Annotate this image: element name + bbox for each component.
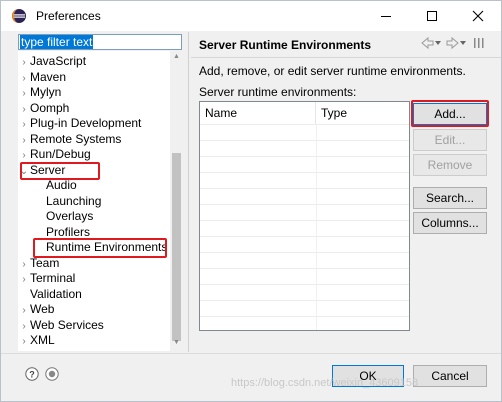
tree-item-label: Oomph (30, 100, 70, 115)
close-button[interactable] (455, 1, 501, 31)
table-row (200, 204, 409, 205)
tree-item-label: Maven (30, 69, 67, 84)
tree-item-label: Audio (46, 178, 77, 192)
scrollbar-thumb[interactable] (172, 153, 181, 341)
tree-item-label: Web (30, 302, 55, 316)
column-header-name[interactable]: Name (200, 102, 316, 124)
help-icon[interactable]: ? (25, 367, 39, 381)
remove-button[interactable]: Remove (413, 154, 487, 176)
page-navigation (419, 35, 489, 51)
tree-item-label: Overlays (46, 209, 94, 223)
title-separator (191, 57, 501, 58)
maximize-icon (427, 11, 437, 21)
view-menu-icon[interactable] (474, 38, 484, 48)
window-title: Preferences (36, 9, 101, 23)
minimize-button[interactable] (363, 1, 409, 31)
tree-item[interactable]: › XML (18, 332, 55, 350)
table-row (200, 172, 409, 173)
eclipse-icon (12, 9, 26, 23)
svg-text:?: ? (29, 370, 35, 380)
tree-item[interactable]: › Mylyn (18, 84, 61, 100)
minimize-icon (381, 16, 391, 17)
tree-item[interactable]: › Maven (18, 69, 66, 85)
tree-scrollbar[interactable]: ▲ ▼ (170, 51, 183, 351)
tree-item[interactable]: › Web (18, 301, 54, 317)
tree-item[interactable]: › Remote Systems (18, 131, 121, 147)
page-title: Server Runtime Environments (199, 38, 372, 52)
table-row (200, 236, 409, 237)
edit-button[interactable]: Edit... (413, 129, 487, 151)
tree-item-label: Team (30, 255, 60, 270)
tree-item[interactable]: › Plug-in Development (18, 115, 141, 131)
dropdown-icon[interactable] (460, 41, 466, 45)
forward-arrow-icon[interactable] (446, 36, 459, 50)
chevron-right-icon[interactable]: › (18, 334, 30, 350)
tree-item[interactable]: Overlays (34, 208, 93, 224)
preference-tree[interactable]: › JavaScript › Maven › Mylyn › Oomph › Plug-in De… (18, 51, 170, 351)
tree-item[interactable]: › Run/Debug (18, 146, 91, 162)
scroll-down-icon[interactable]: ▼ (173, 339, 180, 346)
table-row (200, 140, 409, 141)
tree-item-label: XML (30, 333, 55, 347)
table-row (200, 188, 409, 189)
tree-item-label: Plug-in Development (30, 116, 142, 130)
table-row (200, 316, 409, 317)
tree-item[interactable]: Audio (34, 177, 77, 193)
table-row (200, 156, 409, 157)
tree-item-label: Launching (46, 193, 102, 208)
close-icon (472, 10, 484, 22)
column-divider (316, 124, 317, 330)
table-row (200, 268, 409, 269)
table-row (200, 124, 409, 125)
tree-item[interactable]: Profilers (34, 224, 90, 240)
search-button[interactable]: Search... (413, 187, 487, 209)
tree-item[interactable]: › Oomph (18, 100, 69, 116)
filter-text: type filter text (20, 35, 94, 49)
table-row (200, 252, 409, 253)
tree-item[interactable]: ⌄ Server (18, 162, 66, 180)
record-icon[interactable] (45, 367, 59, 381)
table-row (200, 220, 409, 221)
tree-item[interactable]: › Terminal (18, 270, 75, 286)
dropdown-icon[interactable] (435, 41, 441, 45)
tree-item-label: Runtime Environments (46, 240, 168, 254)
maximize-button[interactable] (409, 1, 455, 31)
tree-item-label: Remote Systems (30, 131, 122, 146)
add-button[interactable]: Add... (413, 103, 487, 125)
runtime-list-label: Server runtime environments: (199, 85, 357, 99)
preferences-window: Preferences type filter text › JavaScript… (0, 0, 502, 402)
runtime-table[interactable]: Name Type (199, 101, 410, 331)
tree-item-label: Run/Debug (30, 147, 91, 161)
tree-item[interactable]: › JavaScript (18, 53, 86, 69)
tree-item-label: Server (30, 162, 66, 177)
table-row (200, 284, 409, 285)
footer-separator (1, 353, 501, 354)
tree-item-label: Mylyn (30, 85, 62, 99)
tree-item[interactable]: › Team (18, 255, 59, 271)
columns-button[interactable]: Columns... (413, 212, 487, 234)
chevron-down-icon[interactable]: ⌄ (18, 164, 30, 180)
title-bar: Preferences (1, 1, 501, 31)
page-description: Add, remove, or edit server runtime envi… (199, 64, 466, 78)
tree-item[interactable]: › Web Services (18, 317, 104, 333)
tree-item-label: JavaScript (30, 54, 87, 68)
pane-divider[interactable] (188, 32, 189, 352)
scroll-up-icon[interactable]: ▲ (173, 53, 180, 60)
cancel-button[interactable]: Cancel (413, 365, 487, 387)
tree-item[interactable]: Validation (18, 286, 82, 302)
back-arrow-icon[interactable] (421, 36, 434, 50)
tree-item-label: Web Services (30, 317, 104, 332)
tree-item[interactable]: Launching (34, 193, 101, 209)
tree-item-label: Validation (30, 286, 82, 301)
column-header-type[interactable]: Type (316, 102, 409, 124)
filter-input[interactable]: type filter text (18, 34, 182, 50)
tree-item[interactable]: Runtime Environments (34, 239, 167, 255)
table-row (200, 300, 409, 301)
watermark: https://blog.csdn.net/weixin_43609158 (231, 377, 419, 389)
tree-item-label: Profilers (46, 224, 91, 239)
tree-item-label: Terminal (30, 271, 76, 285)
